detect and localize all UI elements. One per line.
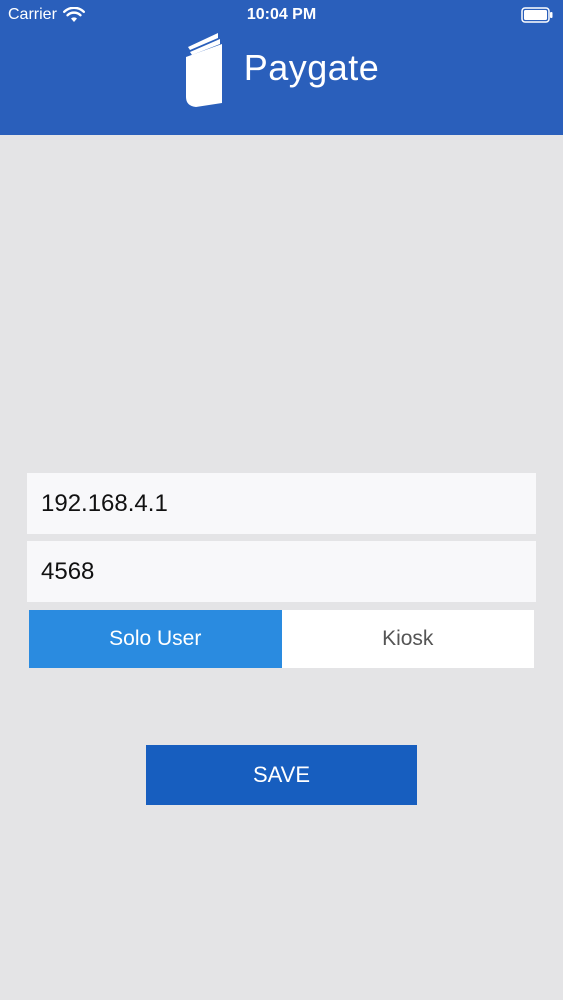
mode-segmented-control: Solo User Kiosk [29,610,534,668]
port-input[interactable] [27,541,536,602]
status-time: 10:04 PM [246,6,317,23]
battery-icon [521,7,553,23]
wallet-logo-icon [185,33,222,107]
segment-kiosk[interactable]: Kiosk [281,610,534,668]
save-button[interactable]: SAVE [146,745,417,805]
status-bar: Carrier 10:04 PM [0,0,563,30]
brand: Paygate [0,28,563,108]
app-title: Paygate [243,47,380,88]
ip-address-input[interactable] [27,473,536,534]
segment-solo-user[interactable]: Solo User [29,610,282,668]
app-header: Carrier 10:04 PM Paygate [0,0,563,135]
